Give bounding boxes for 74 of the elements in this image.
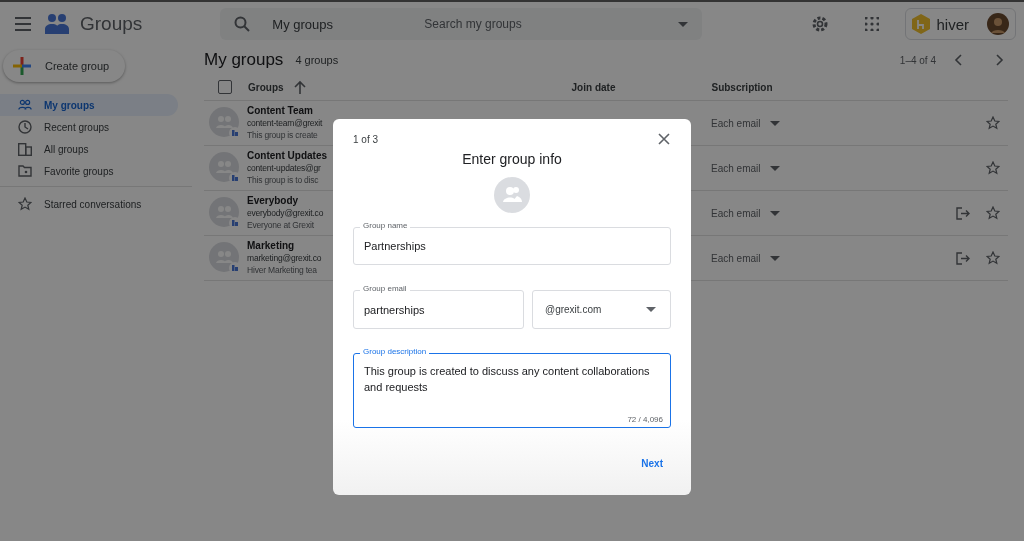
sidebar-item[interactable]: Recent groups: [0, 116, 178, 138]
column-header[interactable]: Join date: [571, 81, 616, 93]
chevron-right-icon[interactable]: [996, 54, 1004, 66]
people-icon: [44, 13, 70, 35]
star-icon[interactable]: [986, 161, 1000, 175]
domain-dropdown[interactable]: @grexit.com: [532, 290, 671, 329]
field-label: Group description: [360, 347, 430, 357]
step-indicator: 1 of 3: [353, 133, 379, 145]
group-email: content-updates@gr: [247, 162, 321, 174]
sidebar-item[interactable]: Starred conversations: [0, 193, 178, 215]
checkbox[interactable]: [218, 80, 232, 94]
group-avatar-icon: [208, 106, 242, 140]
group-name[interactable]: Content Updates: [247, 150, 327, 162]
column-header[interactable]: Groups: [248, 81, 284, 93]
account-chip[interactable]: hiver: [905, 8, 1016, 40]
plus-icon: [13, 57, 31, 75]
group-name[interactable]: Marketing: [247, 240, 295, 252]
star-icon: [18, 197, 32, 211]
caret-icon: [770, 120, 781, 126]
search-field[interactable]: Search my groups: [422, 16, 667, 32]
character-counter: 72 / 4,096: [627, 415, 663, 424]
group-email: marketing@grexit.co: [247, 252, 322, 264]
group-description: Everyone at Grexit: [247, 219, 314, 231]
field-label: Group name: [360, 221, 411, 231]
next-button[interactable]: Next: [633, 452, 671, 475]
caret-icon: [770, 255, 781, 261]
avatar-icon[interactable]: [987, 13, 1009, 35]
folder-icon: [18, 165, 32, 177]
hexagon-logo-icon: [912, 14, 931, 34]
page-title: My groups: [204, 50, 284, 70]
group-count: 4 groups: [295, 54, 339, 66]
search-icon: [234, 16, 251, 32]
group-avatar-icon: [208, 241, 242, 275]
subscription-dropdown[interactable]: Each email: [711, 252, 781, 264]
group-description: Hiver Marketing tea: [247, 264, 317, 276]
exit-icon[interactable]: [956, 206, 970, 220]
subscription-dropdown[interactable]: Each email: [711, 207, 781, 219]
scope-dropdown[interactable]: My groups: [272, 16, 403, 32]
group-email: everybody@grexit.co: [247, 207, 324, 219]
caret-icon: [770, 210, 781, 216]
people-icon: [18, 99, 32, 111]
star-icon[interactable]: [986, 251, 1000, 265]
caret-icon: [646, 307, 656, 312]
exit-icon[interactable]: [956, 251, 970, 265]
group-avatar-icon: [208, 151, 242, 185]
star-icon[interactable]: [986, 206, 1000, 220]
close-icon[interactable]: [657, 132, 671, 146]
group-name[interactable]: Content Team: [247, 105, 313, 117]
caret-icon: [770, 165, 781, 171]
search-bar[interactable]: My groups Search my groups: [220, 8, 703, 40]
column-header[interactable]: Subscription: [711, 81, 773, 93]
subscription-dropdown[interactable]: Each email: [711, 117, 781, 129]
sidebar-item[interactable]: Favorite groups: [0, 160, 178, 182]
arrow-up-icon[interactable]: [293, 80, 306, 94]
field-label: Group email: [360, 284, 410, 294]
building-icon: [18, 142, 32, 156]
star-icon[interactable]: [986, 116, 1000, 130]
pagination-text: 1–4 of 4: [899, 54, 936, 66]
caret-icon: [678, 21, 689, 27]
sidebar-item[interactable]: All groups: [0, 138, 178, 160]
group-avatar-icon: [208, 196, 242, 230]
clock-icon: [18, 120, 32, 134]
group-description: This group is to disc: [247, 174, 319, 186]
group-name[interactable]: Everybody: [247, 195, 299, 207]
subscription-dropdown[interactable]: Each email: [711, 162, 781, 174]
chevron-left-icon[interactable]: [954, 54, 962, 66]
app-title: Groups: [80, 13, 143, 35]
sidebar-item[interactable]: My groups: [0, 94, 178, 116]
group-description: This group is create: [247, 129, 318, 141]
group-avatar-icon: [494, 177, 530, 213]
create-group-button[interactable]: Create group: [3, 50, 125, 82]
group-email: content-team@grexit: [247, 117, 323, 129]
dialog-title: Enter group info: [462, 151, 562, 167]
brand-name: hiver: [936, 15, 969, 33]
